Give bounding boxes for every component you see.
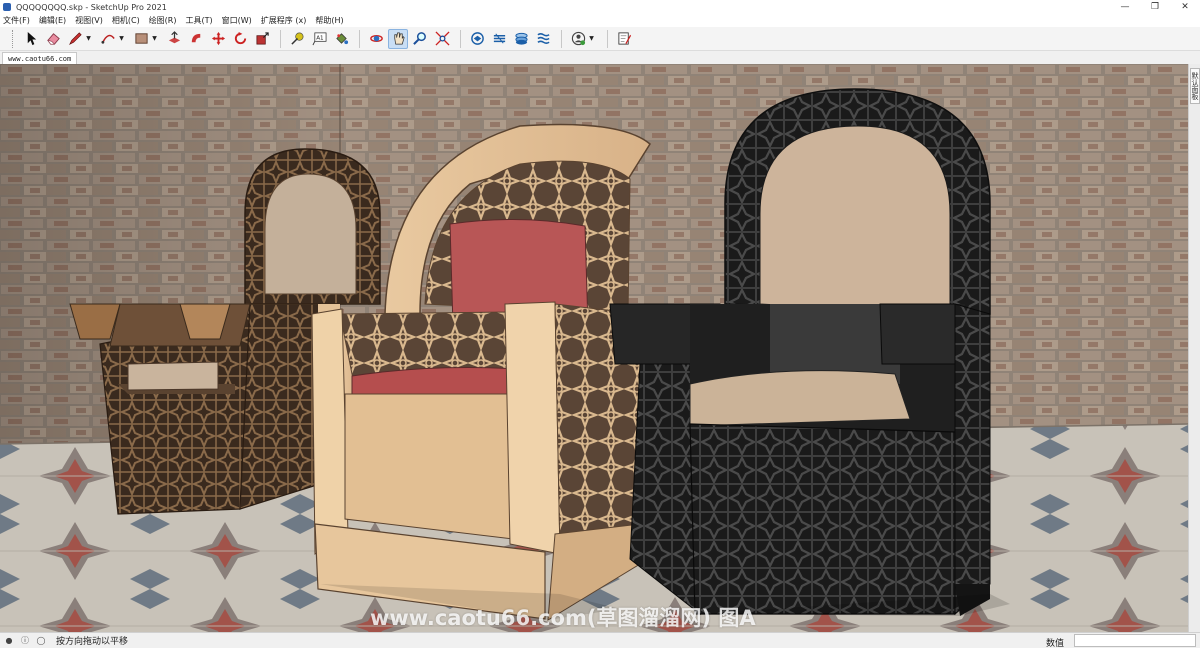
rotate-tool[interactable] (230, 29, 250, 49)
menu-draw[interactable]: 绘图(R) (149, 15, 177, 26)
toolbar-separator (561, 29, 562, 48)
tape-measure-icon (290, 32, 303, 45)
zoom-tool[interactable] (410, 29, 430, 49)
maximize-button[interactable]: ❐ (1140, 0, 1170, 14)
rectangle-icon (134, 33, 148, 44)
text-icon: A1 (312, 32, 326, 46)
warehouse-icon (470, 32, 484, 45)
eraser-icon (46, 33, 60, 45)
extension-manager-button[interactable] (533, 29, 553, 49)
account-dropdown[interactable]: ▼ (588, 29, 595, 49)
orbit-tool[interactable] (366, 29, 386, 49)
text-tool-label: A1 (316, 35, 324, 41)
extension-icon (493, 33, 505, 44)
menu-camera[interactable]: 相机(C) (112, 15, 140, 26)
minimize-button[interactable]: — (1110, 0, 1140, 14)
model-viewport[interactable]: www.caotu66.com(草图溜溜网) 图A (0, 64, 1188, 632)
tape-measure-tool[interactable] (287, 29, 307, 49)
status-bar: ● ⓘ ◯ 按方向拖动以平移 数值 (0, 632, 1200, 648)
user-icon (571, 31, 585, 46)
toolbar-separator (460, 29, 461, 48)
close-button[interactable]: ✕ (1170, 0, 1200, 14)
getting-started-toolbar: ▼ ▼ ▼ A1 ▼ (0, 27, 1200, 51)
geo-location-icon[interactable]: ● (4, 636, 14, 646)
status-icons: ● ⓘ ◯ (4, 636, 52, 646)
status-hint: 按方向拖动以平移 (56, 637, 129, 647)
toolbar-grip[interactable] (12, 29, 15, 48)
arc-icon (100, 34, 115, 44)
line-tool-dropdown[interactable]: ▼ (85, 29, 92, 49)
arrow-icon (27, 31, 36, 46)
paint-bucket-tool[interactable] (331, 29, 351, 49)
menu-edit[interactable]: 编辑(E) (39, 15, 66, 26)
default-tray-tab[interactable]: 默认面板 (1190, 68, 1200, 104)
scale-tool[interactable] (252, 29, 272, 49)
warehouse-button[interactable] (467, 29, 487, 49)
menu-window[interactable]: 窗口(W) (222, 15, 252, 26)
menu-tools[interactable]: 工具(T) (186, 15, 213, 26)
watermark-text: www.caotu66.com(草图溜溜网) 图A (370, 606, 756, 630)
rotate-icon (234, 31, 246, 45)
scene-render (0, 64, 1188, 632)
eraser-tool[interactable] (43, 29, 63, 49)
zoom-extents-tool[interactable] (432, 29, 452, 49)
account-button[interactable] (568, 29, 588, 49)
zoom-icon (412, 32, 426, 45)
hand-icon (393, 32, 405, 45)
credits-icon[interactable]: ◯ (36, 636, 46, 646)
default-tray: 默认面板 (1188, 64, 1200, 632)
send-to-layout-button[interactable] (614, 29, 634, 49)
menu-file[interactable]: 文件(F) (3, 15, 30, 26)
window-controls: — ❐ ✕ (1110, 0, 1200, 14)
toolbar-separator (359, 29, 360, 48)
scene-tab[interactable]: www.caotu66.com (2, 52, 78, 64)
follow-me-icon (191, 33, 200, 43)
follow-me-tool[interactable] (186, 29, 206, 49)
layout-icon (514, 32, 528, 45)
toolbar-separator (607, 29, 608, 48)
scale-icon (256, 32, 269, 45)
menu-extensions[interactable]: 扩展程序 (x) (261, 15, 307, 26)
toolbar-separator (280, 29, 281, 48)
text-tool[interactable]: A1 (309, 29, 329, 49)
layout-button[interactable] (511, 29, 531, 49)
extension-warehouse-button[interactable] (489, 29, 509, 49)
document-edit-icon (617, 32, 631, 45)
title-bar: QQQQQQQQ.skp - SketchUp Pro 2021 — ❐ ✕ (0, 0, 1200, 14)
pencil-icon (68, 32, 82, 45)
arc-tool[interactable] (98, 29, 118, 49)
menu-view[interactable]: 视图(V) (75, 15, 103, 26)
menu-bar: 文件(F) 编辑(E) 视图(V) 相机(C) 绘图(R) 工具(T) 窗口(W… (0, 14, 1200, 27)
measurements-label: 数值 (1046, 639, 1065, 648)
zoom-extents-icon (434, 31, 450, 46)
menu-help[interactable]: 帮助(H) (315, 15, 343, 26)
paint-bucket-icon (335, 33, 348, 45)
push-pull-icon (168, 31, 180, 44)
move-tool[interactable] (208, 29, 228, 49)
measurements-input[interactable] (1074, 634, 1196, 647)
select-tool[interactable] (21, 29, 41, 49)
arc-tool-dropdown[interactable]: ▼ (118, 29, 125, 49)
push-pull-tool[interactable] (164, 29, 184, 49)
line-tool[interactable] (65, 29, 85, 49)
extension-manager-icon (536, 33, 550, 44)
move-icon (211, 31, 225, 46)
pan-tool[interactable] (388, 28, 408, 49)
info-icon[interactable]: ⓘ (20, 636, 30, 646)
orbit-icon (369, 34, 383, 43)
rectangle-tool[interactable] (131, 29, 151, 49)
window-title: QQQQQQQQ.skp - SketchUp Pro 2021 (16, 2, 167, 12)
sketchup-app-icon (3, 3, 11, 11)
rectangle-tool-dropdown[interactable]: ▼ (151, 29, 158, 49)
